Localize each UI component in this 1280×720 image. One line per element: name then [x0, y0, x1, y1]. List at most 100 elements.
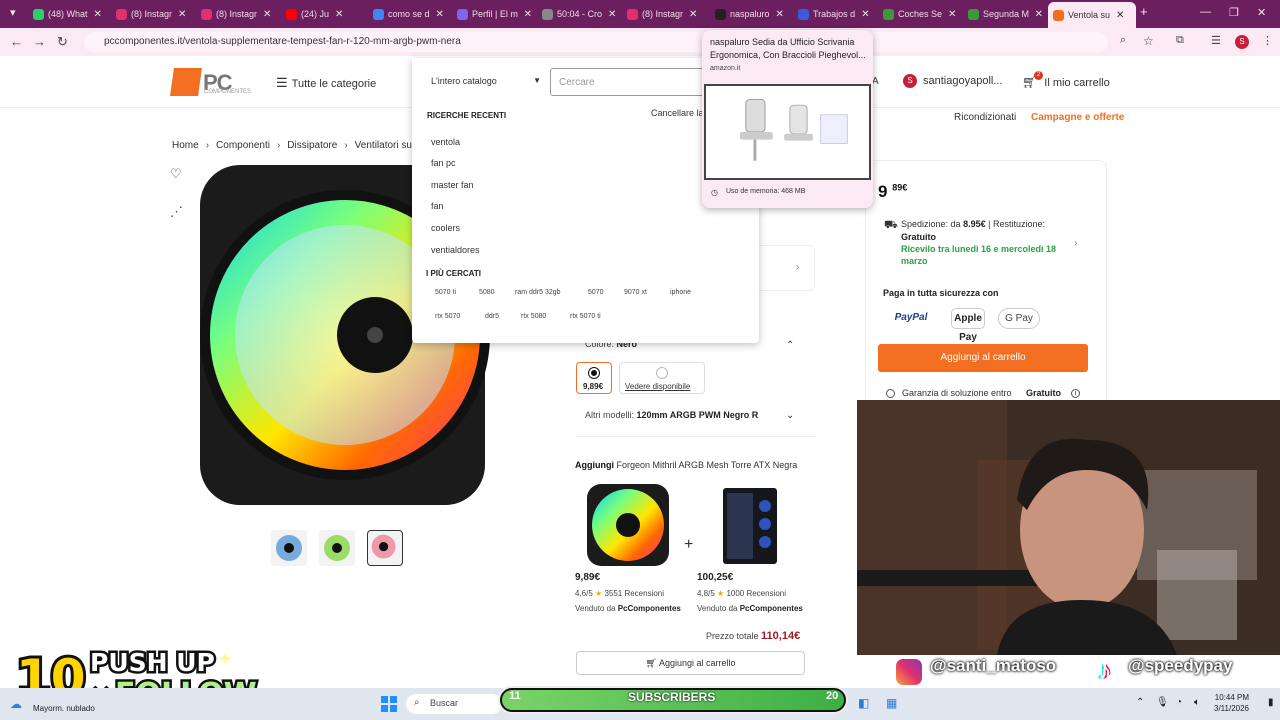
color-swatch-unavailable[interactable]: Vedere disponibile	[619, 362, 705, 394]
browser-tab[interactable]: 50:04 - Cro ✕	[537, 4, 617, 24]
popular-search-chip[interactable]: rtx 5070	[428, 310, 468, 323]
new-tab-button[interactable]: +	[1140, 4, 1148, 19]
add-bundle-to-cart-button[interactable]: 🛒︎ Aggiungi al carrello	[576, 651, 805, 675]
tab-close-icon[interactable]: ✕	[524, 9, 532, 20]
close-window-icon[interactable]: ✕	[1257, 6, 1266, 19]
chevron-up-icon[interactable]: ⌃	[786, 340, 794, 351]
chevron-up-icon[interactable]: ⌃	[1136, 697, 1144, 708]
user-account[interactable]: Ssantiagoyapoll...	[903, 74, 1003, 88]
zoom-icon[interactable]: ⌕	[1120, 34, 1126, 47]
other-models-selector[interactable]: Altri modelli: 120mm ARGB PWM Negro R	[585, 410, 758, 420]
header-language[interactable]: A	[872, 76, 879, 87]
tab-close-icon[interactable]: ✕	[776, 9, 784, 20]
popular-search-chip[interactable]: rtx 5070 ti	[563, 310, 608, 323]
breadcrumb-home[interactable]: Home	[172, 140, 199, 151]
extensions-icon[interactable]: ⧉	[1176, 34, 1184, 47]
tab-close-icon[interactable]: ✕	[861, 9, 869, 20]
popular-search-chip[interactable]: ddr5	[478, 310, 507, 323]
recent-search-item[interactable]: fan	[431, 201, 444, 211]
tab-close-icon[interactable]: ✕	[608, 9, 616, 20]
bundle-case-image[interactable]	[717, 484, 783, 566]
notification-icon[interactable]: ▮	[1268, 697, 1274, 708]
share-icon[interactable]: ⋰	[170, 204, 183, 220]
windows-start-icon[interactable]	[381, 696, 397, 712]
browser-tab[interactable]: naspaluro ✕	[710, 4, 788, 24]
chevron-right-icon[interactable]: ›	[1074, 238, 1077, 249]
browser-tab[interactable]: Perfil | El m ✕	[452, 4, 532, 24]
bundle-fan-image[interactable]	[585, 482, 671, 568]
nav-refurbished[interactable]: Ricondizionati	[954, 112, 1016, 123]
chevron-down-icon[interactable]: ⌄	[786, 410, 794, 421]
logo-mark[interactable]	[170, 68, 202, 96]
browser-tab[interactable]: Coches Se ✕	[878, 4, 958, 24]
profile-avatar[interactable]: S	[1235, 35, 1249, 49]
tab-close-icon[interactable]: ✕	[689, 9, 697, 20]
reload-icon[interactable]: ↻	[57, 34, 68, 50]
thumbnail-3[interactable]	[367, 530, 403, 566]
recent-search-item[interactable]: ventola	[431, 137, 460, 147]
cart-link[interactable]: 🛒︎ 2 Il mio carrello	[1022, 71, 1110, 89]
tab-close-icon[interactable]: ✕	[1035, 9, 1043, 20]
heart-icon[interactable]: ♡	[170, 166, 182, 182]
popular-search-chip[interactable]: iphone	[663, 286, 699, 299]
minimize-icon[interactable]: —	[1200, 6, 1211, 18]
recent-search-item[interactable]: coolers	[431, 223, 460, 233]
microphone-icon[interactable]: 🎙︎	[1156, 697, 1169, 708]
clear-recent-button[interactable]: Cancellare la	[651, 108, 704, 118]
wifi-icon[interactable]: ◔	[1176, 697, 1182, 708]
browser-tab[interactable]: Segunda M ✕	[963, 4, 1043, 24]
add-to-cart-button[interactable]: Aggiungi al carrello	[878, 344, 1088, 372]
color-swatch-black[interactable]: 9,89€	[576, 362, 612, 394]
popular-search-chip[interactable]: 5080	[472, 286, 502, 299]
reviews-count[interactable]: 3551 Recensioni	[604, 589, 664, 598]
popular-search-chip[interactable]: 9070 xt	[617, 286, 654, 299]
tab-search-icon[interactable]: ▾	[10, 6, 16, 19]
popular-search-chip[interactable]: 5070	[581, 286, 611, 299]
breadcrumb-cooling[interactable]: Dissipatore	[287, 140, 337, 151]
app2-taskbar-icon[interactable]: ◧	[858, 696, 869, 710]
recent-search-item[interactable]: fan pc	[431, 158, 456, 168]
bundle-name[interactable]: Forgeon Mithril ARGB Mesh Torre ATX Negr…	[617, 460, 798, 470]
volume-icon[interactable]: 🔈︎	[1194, 697, 1200, 708]
popular-search-chip[interactable]: 5070 ti	[428, 286, 464, 299]
tab-close-icon[interactable]: ✕	[436, 9, 444, 20]
browser-tab[interactable]: (8) Instagr ✕	[196, 4, 276, 24]
calculator-taskbar-icon[interactable]: ▦	[886, 696, 897, 710]
search-scope-select[interactable]: L'intero catalogo ▼	[422, 70, 548, 94]
media-icon[interactable]: ☰	[1211, 34, 1221, 47]
menu-icon[interactable]: ⋮	[1262, 34, 1273, 47]
taskbar-clock[interactable]: 10:44 PM 3/11/2026	[1214, 692, 1249, 714]
tab-close-icon[interactable]: ✕	[94, 9, 102, 20]
thumbnail-1[interactable]	[271, 530, 307, 566]
all-categories-button[interactable]: ☰ Tutte le categorie	[276, 75, 376, 91]
tab-close-icon[interactable]: ✕	[178, 9, 186, 20]
bookmark-star-icon[interactable]: ☆	[1143, 34, 1154, 48]
browser-tab[interactable]: como se d ✕	[368, 4, 448, 24]
taskbar-search[interactable]: ⌕ Buscar	[406, 694, 502, 714]
nav-campaigns[interactable]: Campagne e offerte	[1031, 112, 1124, 123]
recent-search-item[interactable]: master fan	[431, 180, 474, 190]
tab-close-icon[interactable]: ✕	[335, 9, 343, 20]
tab-close-icon[interactable]: ✕	[1116, 10, 1124, 21]
browser-tab[interactable]: (8) Instagr ✕	[622, 4, 702, 24]
tab-close-icon[interactable]: ✕	[263, 9, 271, 20]
popular-search-chip[interactable]: rtx 5080	[514, 310, 554, 323]
reviews-count[interactable]: 1000 Recensioni	[726, 589, 786, 598]
forward-icon[interactable]: →	[33, 34, 46, 49]
back-icon[interactable]: ←	[10, 34, 23, 49]
search-input[interactable]	[550, 68, 710, 96]
browser-tab[interactable]: Trabajos d ✕	[793, 4, 873, 24]
tab-close-icon[interactable]: ✕	[948, 9, 956, 20]
browser-tab[interactable]: (24) Ju ✕	[281, 4, 361, 24]
thumbnail-2[interactable]	[319, 530, 355, 566]
info-icon[interactable]: i	[1071, 389, 1080, 398]
address-bar[interactable]: pccomponentes.it/ventola-supplementare-t…	[84, 32, 1108, 52]
weather-text[interactable]: Mayorm. nublado	[33, 704, 95, 713]
recent-search-item[interactable]: ventialdores	[431, 245, 480, 255]
breadcrumb-components[interactable]: Componenti	[216, 140, 270, 151]
maximize-icon[interactable]: ❐	[1229, 6, 1239, 19]
browser-tab[interactable]: (48) What ✕	[28, 4, 106, 24]
browser-tab[interactable]: Ventola su ✕	[1048, 2, 1136, 28]
browser-tab[interactable]: (8) Instagr ✕	[111, 4, 191, 24]
popular-search-chip[interactable]: ram ddr5 32gb	[508, 286, 568, 299]
